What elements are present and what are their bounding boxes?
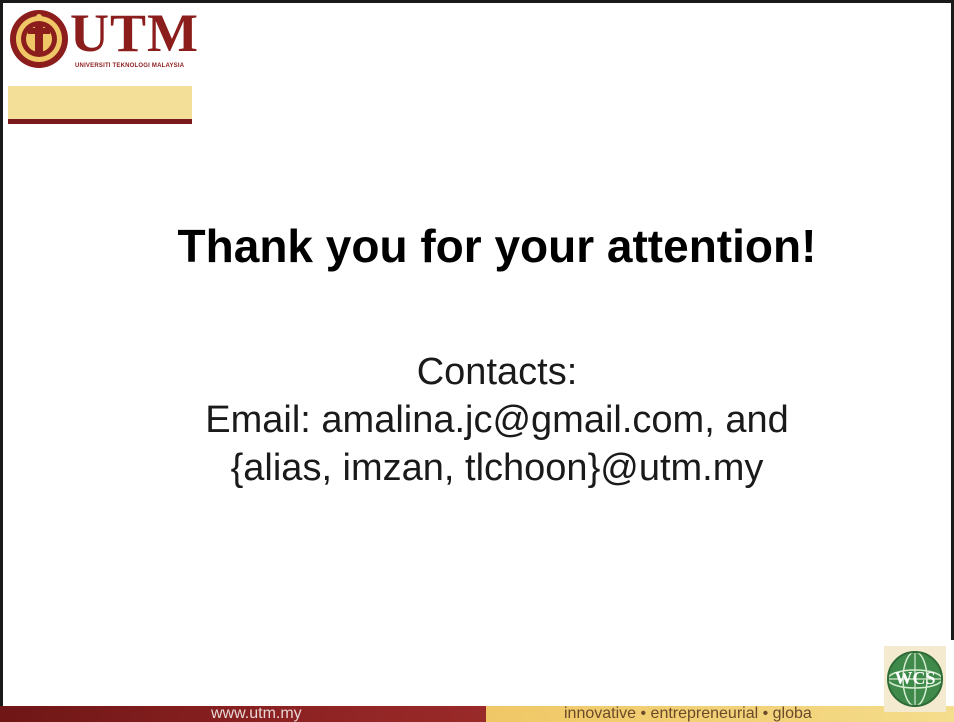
utm-seal-icon (10, 10, 68, 68)
logo-subtitle: UNIVERSITI TEKNOLOGI MALAYSIA (75, 63, 185, 69)
contacts-block: Contacts: Email: amalina.jc@gmail.com, a… (0, 348, 954, 492)
footer-tagline: innovative • entrepreneurial • globa (564, 706, 812, 722)
contact-line: {alias, imzan, tlchoon}@utm.my (230, 447, 764, 489)
contacts-label: Contacts: (416, 351, 578, 393)
slide-title: Thank you for your attention! (177, 220, 817, 272)
contact-line: Email: amalina.jc@gmail.com, and (205, 399, 789, 441)
footer-bar: www.utm.my innovative • entrepreneurial … (0, 706, 954, 722)
wcs-globe-icon: WCS (884, 646, 946, 712)
header-gold-band (8, 86, 192, 119)
utm-logo: UTM UNIVERSITI TEKNOLOGI MALAYSIA (8, 6, 198, 80)
footer-left: www.utm.my (0, 706, 486, 722)
footer-url: www.utm.my (211, 706, 302, 722)
logo-wordmark: UTM (70, 3, 199, 63)
header-maroon-line (8, 119, 192, 124)
slide: UTM UNIVERSITI TEKNOLOGI MALAYSIA Thank … (0, 0, 954, 722)
wcs-badge-text: WCS (894, 668, 935, 688)
